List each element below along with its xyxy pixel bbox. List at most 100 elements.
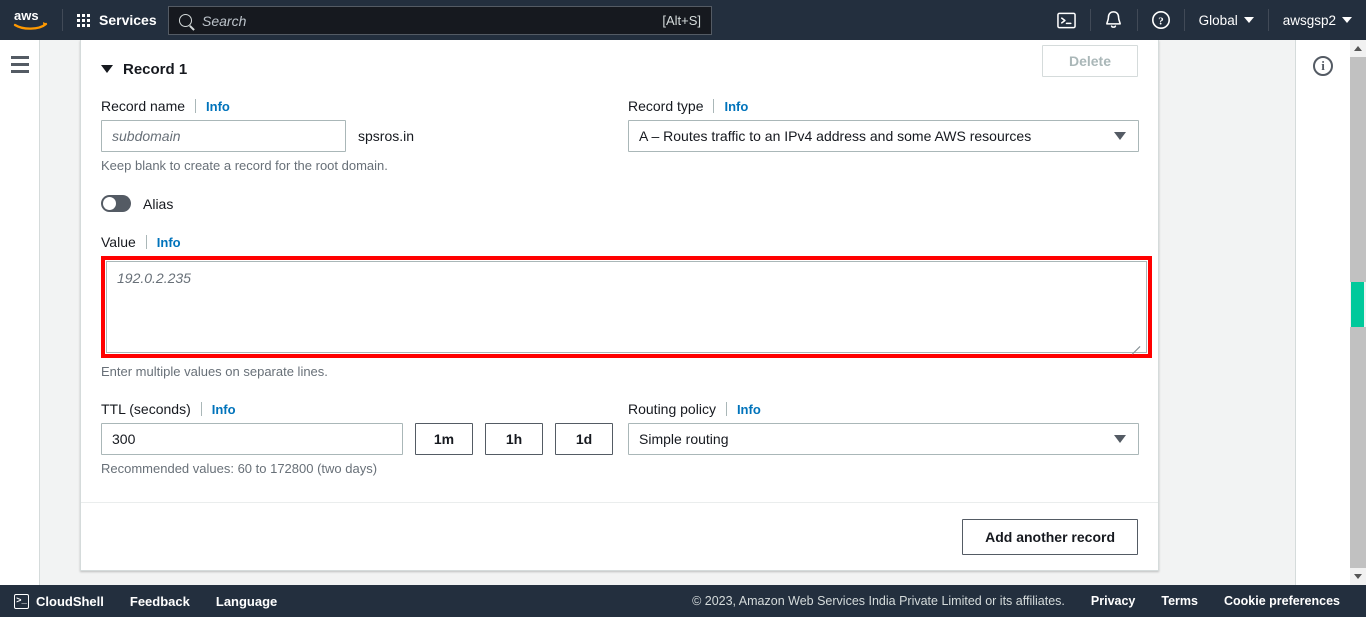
record-card: Record 1 Delete Record name Info spsros.… [80,40,1159,571]
scrollbar-down-button[interactable] [1350,568,1366,585]
services-label: Services [99,12,157,28]
record-card-header: Record 1 Delete [81,40,1158,98]
record-name-field-group: Record name Info spsros.in Keep blank to… [101,98,628,173]
ttl-hint: Recommended values: 60 to 172800 (two da… [101,461,378,476]
sidebar-toggle-button[interactable] [10,56,29,73]
value-info-link[interactable]: Info [157,235,181,250]
footer-cookie-preferences-link[interactable]: Cookie preferences [1224,594,1340,608]
help-button[interactable]: ? [1138,0,1184,40]
search-icon [179,14,192,27]
region-label: Global [1198,12,1238,28]
record-type-select[interactable]: A – Routes traffic to an IPv4 address an… [628,120,1139,152]
add-another-record-button[interactable]: Add another record [962,518,1138,555]
chevron-down-icon [1354,574,1362,579]
ttl-input[interactable] [101,423,403,455]
aws-logo-icon: aws [13,8,48,30]
record-type-label-row: Record type Info [628,98,1138,114]
cloudshell-icon [1057,12,1076,28]
record-name-input[interactable] [101,120,346,152]
account-menu[interactable]: awsgsp2 [1269,0,1366,40]
ttl-input-row: 1m 1h 1d [101,423,628,455]
routing-policy-label-row: Routing policy Info [628,401,1138,417]
ttl-preset-1h[interactable]: 1h [485,423,543,455]
record-section-title: Record 1 [123,60,188,78]
scrollbar-thumb[interactable] [1351,282,1364,327]
nav-right-group: ? Global awsgsp2 [1044,0,1366,40]
notifications-button[interactable] [1091,0,1137,40]
footer-language-link[interactable]: Language [216,594,277,609]
record-name-info-link[interactable]: Info [206,99,230,114]
cloudshell-icon: >_ [14,593,29,609]
value-hint: Enter multiple values on separate lines. [101,364,328,379]
hamburger-bar [10,70,29,73]
footer-terms-link[interactable]: Terms [1161,594,1198,608]
ttl-field-group: TTL (seconds) Info 1m 1h 1d Recommended … [101,401,628,476]
info-circle-icon[interactable]: i [1313,56,1333,76]
record-type-label: Record type [628,98,704,114]
bell-icon [1106,11,1122,28]
ttl-routing-row: TTL (seconds) Info 1m 1h 1d Recommended … [101,379,1139,476]
delete-record-button[interactable]: Delete [1041,45,1138,77]
search-placeholder: Search [202,12,247,29]
label-divider [145,235,147,249]
ttl-preset-1d[interactable]: 1d [555,423,613,455]
domain-suffix-label: spsros.in [358,128,415,144]
routing-policy-select[interactable]: Simple routing [628,423,1139,455]
value-highlight-box [101,256,1152,358]
value-label: Value [101,234,136,250]
routing-policy-info-link[interactable]: Info [737,402,761,417]
ttl-info-link[interactable]: Info [212,402,236,417]
main-content-area: Record 1 Delete Record name Info spsros.… [40,40,1310,585]
aws-logo[interactable]: aws [0,0,62,40]
chevron-down-icon [101,65,113,73]
svg-text:?: ? [1158,15,1164,27]
cloudshell-nav-button[interactable] [1044,0,1090,40]
hamburger-bar [10,63,29,66]
record-collapse-toggle[interactable]: Record 1 [101,61,187,78]
page-scrollbar[interactable] [1350,40,1366,585]
ttl-label-row: TTL (seconds) Info [101,401,628,417]
scrollbar-track-lower[interactable] [1350,327,1366,568]
scrollbar-track-upper[interactable] [1350,57,1366,282]
chevron-down-icon [1243,17,1254,23]
record-name-label: Record name [101,98,186,114]
chevron-down-icon [1342,17,1352,23]
alias-toggle[interactable] [101,195,131,212]
footer-privacy-link[interactable]: Privacy [1091,594,1135,608]
page-footer: >_ CloudShell Feedback Language © 2023, … [0,585,1366,617]
routing-policy-selected-value: Simple routing [639,431,729,447]
right-info-panel: i [1295,40,1350,585]
account-label: awsgsp2 [1282,12,1336,28]
global-search-input[interactable]: Search [Alt+S] [168,6,712,35]
value-textarea[interactable] [106,261,1147,353]
alias-label: Alias [143,195,174,212]
chevron-down-icon [1114,132,1126,140]
record-type-info-link[interactable]: Info [724,99,748,114]
label-divider [200,402,202,416]
routing-policy-label: Routing policy [628,401,716,417]
footer-feedback-link[interactable]: Feedback [130,594,190,609]
hamburger-bar [10,56,29,59]
services-menu-button[interactable]: Services [63,0,171,40]
search-shortcut-hint: [Alt+S] [662,13,701,28]
routing-policy-field-group: Routing policy Info Simple routing [628,401,1139,476]
record-name-type-row: Record name Info spsros.in Keep blank to… [101,98,1139,173]
ttl-preset-1m[interactable]: 1m [415,423,473,455]
value-label-row: Value Info [101,234,1138,250]
question-circle-icon: ? [1151,11,1170,29]
svg-text:aws: aws [14,8,39,23]
record-type-field-group: Record type Info A – Routes traffic to a… [628,98,1139,173]
label-divider [195,99,197,113]
record-card-footer: Add another record [81,502,1158,570]
ttl-label: TTL (seconds) [101,401,191,417]
alias-toggle-row: Alias [101,195,1138,212]
ttl-preset-buttons: 1m 1h 1d [415,423,613,455]
chevron-down-icon [1114,435,1126,443]
record-name-hint: Keep blank to create a record for the ro… [101,158,388,173]
footer-cloudshell-button[interactable]: >_ CloudShell [14,593,104,609]
record-name-input-row: spsros.in [101,120,628,152]
top-navigation-bar: aws Services Search [Alt+S] ? Global aws… [0,0,1366,40]
footer-right-group: © 2023, Amazon Web Services India Privat… [692,594,1366,608]
region-selector[interactable]: Global [1185,0,1268,40]
scrollbar-up-button[interactable] [1350,40,1366,57]
